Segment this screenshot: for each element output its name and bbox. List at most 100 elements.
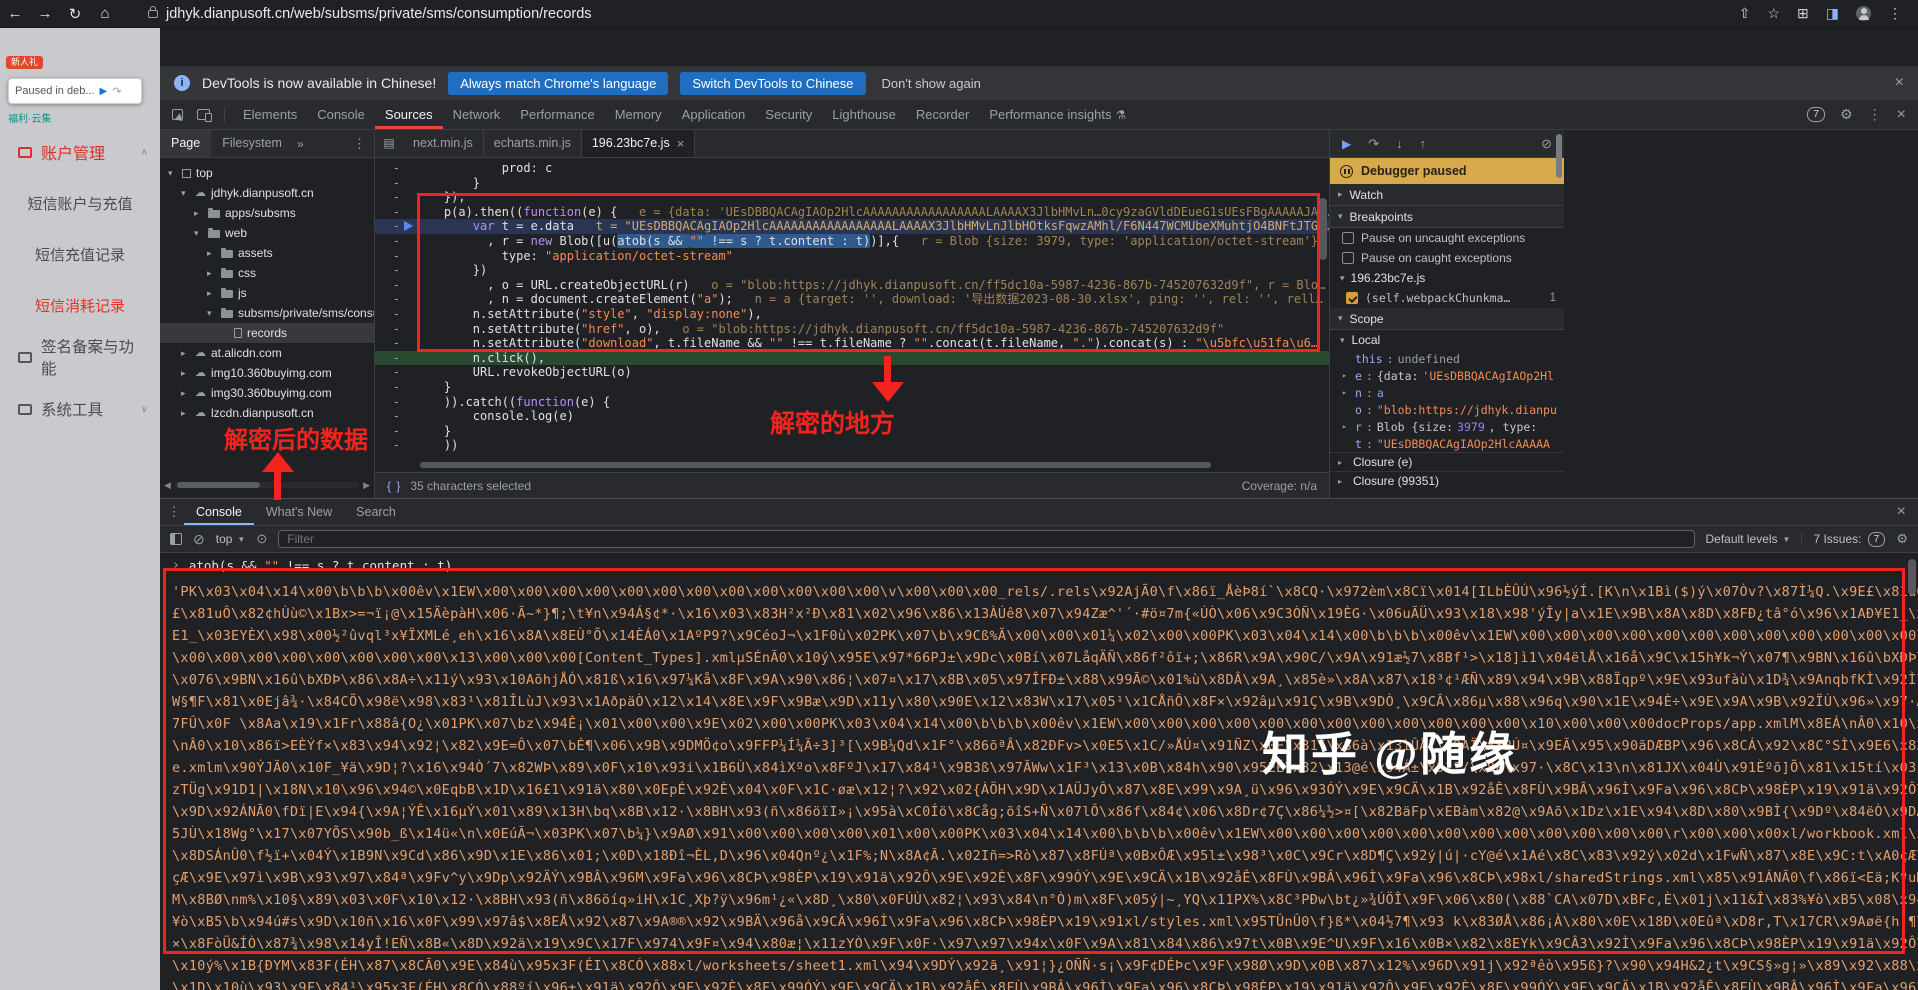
gutter[interactable]: - bbox=[375, 307, 415, 322]
gutter[interactable]: - bbox=[375, 409, 415, 424]
gutter[interactable]: - bbox=[375, 234, 415, 249]
share-icon[interactable]: ⇧ bbox=[1739, 5, 1751, 22]
tree-item-lzcdn-dianpusoft-cn[interactable]: ▸☁lzcdn.dianpusoft.cn bbox=[160, 403, 374, 423]
editor-vertical-scrollbar[interactable] bbox=[1319, 192, 1327, 452]
watch-section-header[interactable]: ▸ Watch bbox=[1330, 184, 1564, 206]
breakpoint-entry[interactable]: (self.webpackChunkma… 1 bbox=[1330, 288, 1564, 308]
tree-item-img10-360buyimg-com[interactable]: ▸☁img10.360buyimg.com bbox=[160, 363, 374, 383]
open-file-list-icon[interactable]: ▤ bbox=[375, 130, 403, 157]
tree-item-subsms-private-sms-consu[interactable]: ▾subsms/private/sms/consu bbox=[160, 303, 374, 323]
navigator-scrollbar[interactable]: ◀ ▶ bbox=[164, 480, 370, 490]
drawer-close-icon[interactable]: × bbox=[1897, 503, 1906, 521]
gutter[interactable]: - bbox=[375, 438, 415, 453]
tab-network[interactable]: Network bbox=[443, 100, 511, 129]
scope-var-this[interactable]: this: undefined bbox=[1330, 350, 1564, 367]
step-over-overlay-icon[interactable]: ↷ bbox=[112, 85, 121, 98]
breakpoint-option-pause-on-caught-exceptions[interactable]: Pause on caught exceptions bbox=[1330, 248, 1564, 268]
tab-memory[interactable]: Memory bbox=[605, 100, 672, 129]
context-selector[interactable]: top ▼ bbox=[216, 532, 246, 546]
gutter[interactable]: - bbox=[375, 161, 415, 176]
step-over-icon[interactable]: ↷ bbox=[1368, 136, 1379, 152]
scrollbar-thumb[interactable] bbox=[1908, 559, 1916, 595]
resume-script-icon[interactable]: ▶ bbox=[100, 86, 108, 97]
nav-tab-filesystem[interactable]: Filesystem bbox=[211, 130, 293, 157]
extensions-icon[interactable]: ⊞ bbox=[1797, 5, 1809, 22]
home-icon[interactable]: ⌂ bbox=[90, 5, 120, 22]
console-filter-input[interactable] bbox=[278, 530, 1694, 548]
pretty-print-icon[interactable]: { } bbox=[387, 479, 401, 493]
switch-chinese-button[interactable]: Switch DevTools to Chinese bbox=[680, 72, 865, 95]
tree-item-css[interactable]: ▸css bbox=[160, 263, 374, 283]
console-sidebar-icon[interactable] bbox=[170, 533, 182, 545]
tree-item-apps-subsms[interactable]: ▸apps/subsms bbox=[160, 203, 374, 223]
clear-console-icon[interactable]: ⊘ bbox=[193, 531, 205, 548]
closure-section-closure-99351[interactable]: ▸Closure (99351) bbox=[1330, 471, 1564, 490]
tab-overflow-icon[interactable]: » bbox=[293, 137, 308, 151]
inspect-element-icon[interactable] bbox=[172, 109, 183, 120]
sidebar-scrollbar-thumb[interactable] bbox=[1556, 134, 1562, 178]
tree-item-jdhyk-dianpusoft-cn[interactable]: ▾☁jdhyk.dianpusoft.cn bbox=[160, 183, 374, 203]
gutter[interactable]: - bbox=[375, 176, 415, 191]
gutter[interactable]: - bbox=[375, 351, 415, 366]
console-tab-what-s-new[interactable]: What's New bbox=[254, 500, 344, 525]
checkbox-icon[interactable] bbox=[1342, 232, 1354, 244]
gutter[interactable]: - bbox=[375, 205, 415, 220]
devtools-close-icon[interactable]: × bbox=[1897, 106, 1906, 124]
gutter[interactable]: - bbox=[375, 365, 415, 380]
navigator-menu-icon[interactable]: ⋮ bbox=[353, 136, 366, 152]
tab-console[interactable]: Console bbox=[307, 100, 375, 129]
scope-var-r[interactable]: ▸r: Blob {size: 3979, type: bbox=[1330, 418, 1564, 435]
gutter[interactable]: - bbox=[375, 380, 415, 395]
reload-icon[interactable]: ↻ bbox=[60, 5, 90, 23]
tree-item-img30-360buyimg-com[interactable]: ▸☁img30.360buyimg.com bbox=[160, 383, 374, 403]
sidebar-group-account[interactable]: 账户管理 ∧ bbox=[0, 126, 160, 178]
bookmark-star-icon[interactable]: ☆ bbox=[1767, 5, 1780, 22]
scope-var-n[interactable]: ▸n: a bbox=[1330, 384, 1564, 401]
close-tab-icon[interactable]: × bbox=[677, 130, 685, 157]
tab-performance[interactable]: Performance bbox=[510, 100, 604, 129]
drawer-menu-icon[interactable]: ⋮ bbox=[164, 504, 184, 520]
console-scrollbar[interactable] bbox=[1908, 559, 1916, 759]
sidebar-group-tools[interactable]: 系统工具 ∨ bbox=[0, 383, 160, 435]
scope-var-o[interactable]: o: "blob:https://jdhyk.dianpu bbox=[1330, 401, 1564, 418]
gutter[interactable]: - bbox=[375, 424, 415, 439]
tree-item-web[interactable]: ▾web bbox=[160, 223, 374, 243]
scope-var-e[interactable]: ▸e: {data: 'UEsDBBQACAgIAOp2Hl bbox=[1330, 367, 1564, 384]
scrollbar-thumb[interactable] bbox=[177, 482, 260, 488]
back-icon[interactable]: ← bbox=[0, 5, 30, 22]
match-language-button[interactable]: Always match Chrome's language bbox=[448, 72, 668, 95]
tab-elements[interactable]: Elements bbox=[233, 100, 307, 129]
scope-var-t[interactable]: t: "UEsDBBQACAgIAOp2HlcAAAAA bbox=[1330, 435, 1564, 452]
scroll-left-icon[interactable]: ◀ bbox=[164, 480, 171, 491]
issues-counter[interactable]: 7 Issues: 7 bbox=[1813, 532, 1885, 547]
tab-application[interactable]: Application bbox=[672, 100, 756, 129]
tab-recorder[interactable]: Recorder bbox=[906, 100, 979, 129]
issues-count-badge[interactable]: 7 bbox=[1807, 107, 1825, 122]
scrollbar-thumb[interactable] bbox=[420, 462, 1211, 468]
gutter[interactable]: - bbox=[375, 395, 415, 410]
tree-item-top[interactable]: ▾top bbox=[160, 163, 374, 183]
gutter[interactable]: - bbox=[375, 219, 415, 234]
breakpoint-file-group[interactable]: ▾ 196.23bc7e.js bbox=[1330, 268, 1564, 288]
console-tab-console[interactable]: Console bbox=[184, 500, 254, 525]
tree-item-at-alicdn-com[interactable]: ▸☁at.alicdn.com bbox=[160, 343, 374, 363]
tab-lighthouse[interactable]: Lighthouse bbox=[822, 100, 906, 129]
nav-tab-page[interactable]: Page bbox=[160, 130, 211, 157]
tree-item-js[interactable]: ▸js bbox=[160, 283, 374, 303]
log-levels-selector[interactable]: Default levels ▼ bbox=[1706, 532, 1791, 546]
closure-section-closure-e[interactable]: ▸Closure (e) bbox=[1330, 452, 1564, 471]
settings-gear-icon[interactable]: ⚙ bbox=[1840, 106, 1853, 123]
code-editor[interactable]: - prod: c- }- }),- p(a).then((function(e… bbox=[375, 158, 1329, 460]
console-messages[interactable]: › atob(s && "" !== s ? t.content : t) 'P… bbox=[160, 553, 1918, 990]
address-bar[interactable]: jdhyk.dianpusoft.cn/web/subsms/private/s… bbox=[166, 6, 592, 22]
dont-show-again-button[interactable]: Don't show again bbox=[882, 76, 981, 91]
sidebar-item-[interactable]: 短信消耗记录 bbox=[0, 280, 160, 331]
checkbox-icon[interactable] bbox=[1342, 252, 1354, 264]
device-toolbar-icon[interactable] bbox=[197, 109, 210, 120]
gutter[interactable]: - bbox=[375, 278, 415, 293]
console-settings-gear-icon[interactable]: ⚙ bbox=[1896, 531, 1908, 547]
file-tab-next-min-js[interactable]: next.min.js bbox=[403, 130, 484, 157]
gutter[interactable]: - bbox=[375, 190, 415, 205]
gutter[interactable]: - bbox=[375, 263, 415, 278]
side-panel-icon[interactable]: ◨ bbox=[1826, 5, 1839, 22]
